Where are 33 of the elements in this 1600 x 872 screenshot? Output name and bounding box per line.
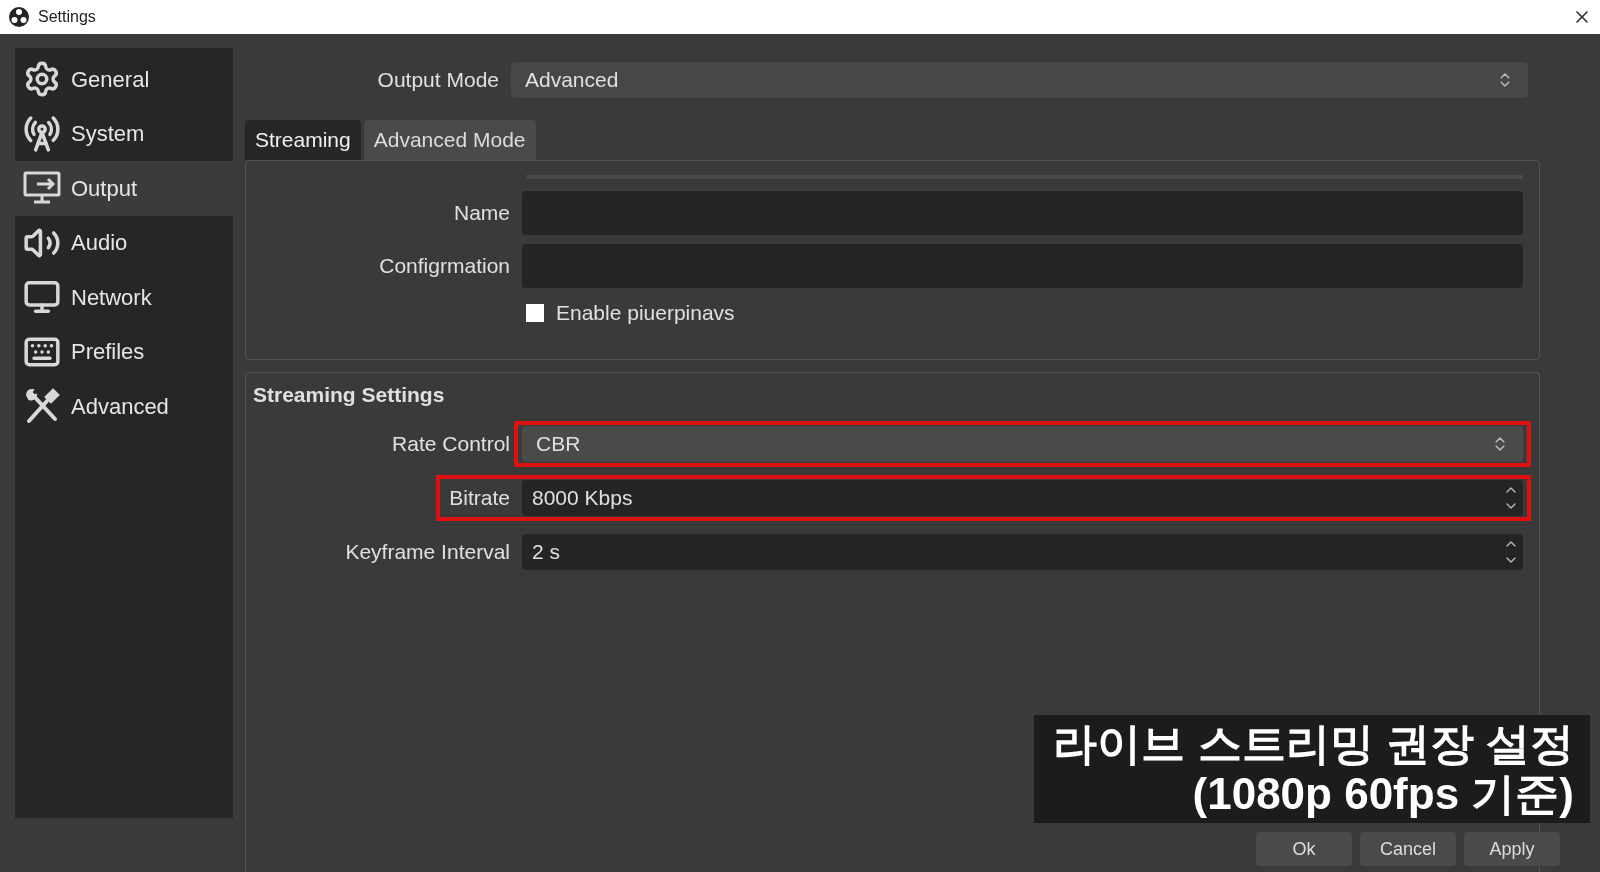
- sidebar-item[interactable]: System: [15, 106, 233, 161]
- caption-line: (1080p 60fps 기준): [1192, 769, 1574, 819]
- sidebar-item[interactable]: Audio: [15, 215, 233, 270]
- field-label: Name: [452, 200, 511, 227]
- rate-control-dropdown[interactable]: CBR: [522, 425, 1523, 462]
- gear-icon: [23, 60, 61, 99]
- tab[interactable]: Streaming: [245, 120, 361, 160]
- dialog-button[interactable]: Apply: [1464, 832, 1560, 866]
- sidebar-item[interactable]: Network: [15, 270, 233, 325]
- antenna-icon: [23, 114, 61, 153]
- sidebar-item[interactable]: Advanced: [15, 379, 233, 434]
- number-field[interactable]: 2 s: [522, 533, 1523, 570]
- section-title: Streaming Settings: [253, 382, 446, 408]
- wrench-screwdriver-icon: [23, 387, 61, 426]
- app-logo-icon: [8, 6, 30, 28]
- field-label: Output Mode: [376, 67, 500, 94]
- field-label: Rate Control: [391, 430, 511, 457]
- dialog-button[interactable]: Cancel: [1360, 832, 1456, 866]
- dialog-button[interactable]: Ok: [1256, 832, 1352, 866]
- output-mode-dropdown[interactable]: Advanced: [511, 62, 1528, 98]
- window-title: Settings: [38, 7, 96, 27]
- caption-line: 라이브 스트리밍 권장 설정: [1053, 719, 1574, 769]
- monitor-arrow-icon: [23, 171, 61, 206]
- sidebar-item[interactable]: Output: [15, 161, 233, 216]
- checkbox[interactable]: [526, 303, 544, 322]
- number-field[interactable]: 8000 Kbps: [522, 479, 1523, 516]
- field-label: Keyframe Interval: [344, 538, 511, 565]
- tab[interactable]: Advanced Mode: [363, 120, 536, 160]
- checkbox-label: Enable piuerpinavs: [556, 300, 735, 326]
- field-label: Configrmation: [378, 253, 511, 280]
- field-label: Bitrate: [448, 484, 511, 511]
- sidebar-item[interactable]: Prefiles: [15, 324, 233, 379]
- sidebar-item[interactable]: General: [15, 52, 233, 107]
